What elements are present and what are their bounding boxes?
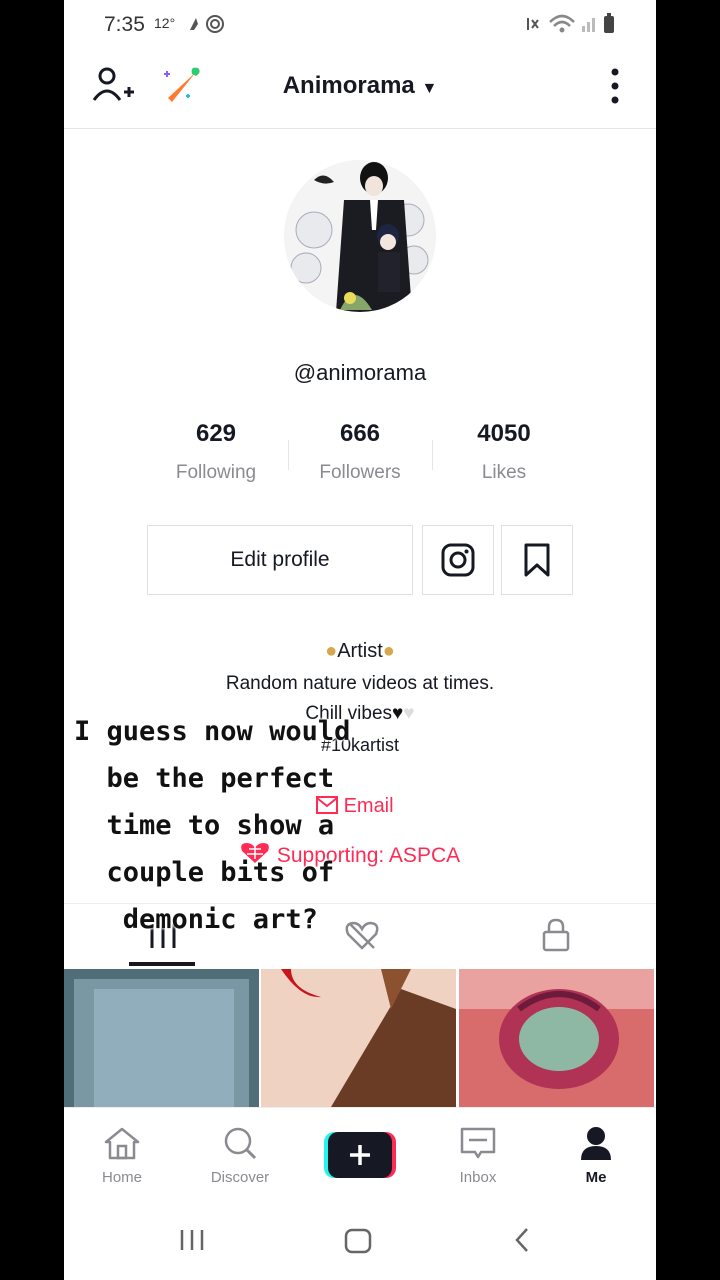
account-switcher[interactable]: Animorama ▼: [64, 72, 656, 100]
favorites-button[interactable]: [501, 525, 573, 595]
palette-icon: ●: [382, 640, 395, 662]
video-thumbnail[interactable]: [261, 969, 456, 1107]
nav-discover[interactable]: Discover: [192, 1126, 288, 1186]
more-options-icon[interactable]: [608, 68, 622, 104]
stat-following[interactable]: 629 Following: [144, 420, 288, 484]
thumbnail-image: [261, 969, 456, 1107]
bottom-navigation: Home Discover Inbox Me: [64, 1107, 656, 1203]
status-notification-icons: [190, 15, 224, 33]
phone-screen: 7:35 12° Animorama ▼ @animorama 629 Foll…: [64, 0, 656, 1280]
active-tab-indicator: [129, 962, 195, 966]
system-navigation-bar: [64, 1202, 656, 1280]
edit-profile-label: Edit profile: [230, 548, 330, 571]
bookmark-icon: [524, 543, 550, 577]
create-button[interactable]: [324, 1132, 396, 1178]
recent-apps-icon[interactable]: [179, 1228, 205, 1252]
nav-me[interactable]: Me: [548, 1126, 644, 1186]
nav-inbox-label: Inbox: [459, 1169, 497, 1186]
followers-label: Followers: [319, 462, 401, 483]
search-icon: [224, 1127, 257, 1160]
edit-profile-button[interactable]: Edit profile: [147, 525, 413, 595]
profile-handle: @animorama: [293, 360, 427, 385]
nav-home-label: Home: [101, 1169, 142, 1186]
plus-icon: [324, 1132, 396, 1178]
caret-down-icon: ▼: [421, 80, 438, 97]
following-label: Following: [175, 462, 257, 483]
bio-line-2: Random nature videos at times.: [225, 673, 495, 694]
stat-followers[interactable]: 666 Followers: [288, 420, 432, 484]
status-time: 7:35: [104, 13, 145, 36]
video-caption-overlay: I guess now would be the perfect time to…: [74, 716, 351, 935]
following-count: 629: [195, 420, 237, 447]
inbox-icon: [460, 1127, 496, 1159]
status-temperature: 12°: [154, 15, 176, 31]
avatar[interactable]: [284, 160, 436, 312]
likes-count: 4050: [477, 420, 531, 447]
back-icon[interactable]: [512, 1226, 532, 1254]
instagram-button[interactable]: [422, 525, 494, 595]
nav-home[interactable]: Home: [74, 1126, 170, 1186]
bio-artist-text: Artist: [337, 640, 383, 662]
followers-count: 666: [339, 420, 381, 447]
bio-line-artist: ●Artist●: [64, 640, 656, 663]
instagram-icon: [441, 543, 475, 577]
thumbnail-image: [459, 969, 654, 1107]
nav-inbox[interactable]: Inbox: [430, 1126, 526, 1186]
home-icon: [104, 1127, 140, 1160]
account-title: Animorama: [282, 72, 415, 99]
video-thumbnail[interactable]: [459, 969, 654, 1107]
profile-header: Animorama ▼: [64, 50, 656, 129]
status-bar: 7:35 12°: [64, 0, 656, 50]
thumbnail-image: [64, 969, 259, 1107]
tab-private-lock-icon[interactable]: [542, 918, 570, 952]
palette-icon: ●: [325, 640, 338, 662]
nav-discover-label: Discover: [210, 1169, 270, 1186]
stat-likes[interactable]: 4050 Likes: [432, 420, 576, 484]
likes-label: Likes: [481, 462, 527, 483]
video-thumbnail[interactable]: [64, 969, 259, 1107]
profile-icon: [581, 1127, 611, 1160]
avatar-illustration: [284, 160, 436, 312]
status-signal-icons: [527, 13, 614, 33]
home-system-icon[interactable]: [344, 1228, 372, 1254]
nav-me-label: Me: [585, 1169, 607, 1186]
